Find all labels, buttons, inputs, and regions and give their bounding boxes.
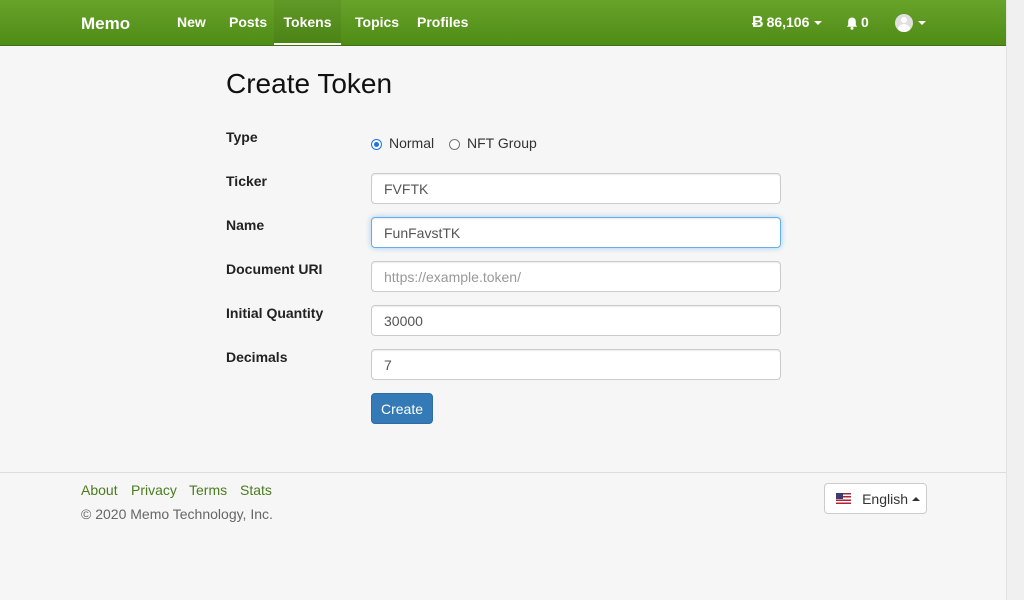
chevron-down-icon (814, 21, 823, 26)
document-uri-label: Document URI (226, 261, 323, 277)
bitcoin-cash-icon: Ƀ (752, 14, 764, 31)
type-nft-group-label: NFT Group (467, 135, 537, 151)
profile-dropdown[interactable] (895, 0, 926, 45)
brand-logo[interactable]: Memo (81, 14, 130, 34)
ticker-input[interactable] (371, 173, 781, 204)
type-normal-radio[interactable]: Normal (371, 135, 434, 151)
chevron-down-icon (918, 21, 926, 26)
nav-topics[interactable]: Topics (355, 0, 399, 45)
radio-checked-icon[interactable] (371, 138, 382, 150)
create-button[interactable]: Create (371, 393, 433, 424)
ticker-label: Ticker (226, 173, 267, 189)
type-radio-group: Normal NFT Group (371, 135, 548, 152)
notifications-count: 0 (861, 14, 869, 30)
name-input[interactable] (371, 217, 781, 248)
radio-unchecked-icon[interactable] (449, 138, 461, 150)
nav-new[interactable]: New (177, 0, 206, 45)
initial-quantity-label: Initial Quantity (226, 305, 324, 321)
document-uri-input[interactable] (371, 261, 781, 292)
page: Memo New Posts Tokens Topics Profiles Ƀ8… (0, 0, 1007, 600)
footer-divider (0, 472, 1007, 473)
balance-dropdown[interactable]: Ƀ 86,106 (752, 0, 823, 45)
vertical-scrollbar[interactable] (1006, 0, 1024, 600)
us-flag-icon (836, 493, 852, 504)
type-normal-label: Normal (389, 135, 435, 151)
chevron-up-icon (912, 496, 920, 501)
name-label: Name (226, 217, 265, 233)
balance-amount: 86,106 (766, 14, 810, 30)
type-label: Type (226, 129, 258, 145)
copyright: © 2020 Memo Technology, Inc. (81, 506, 273, 522)
language-selector[interactable]: English (824, 483, 927, 514)
footer-link-privacy[interactable]: Privacy (131, 482, 177, 498)
decimals-label: Decimals (226, 349, 288, 365)
footer-link-terms[interactable]: Terms (189, 482, 227, 498)
type-nft-group-radio[interactable]: NFT Group (449, 135, 537, 151)
language-label: English (862, 490, 908, 507)
avatar-icon (895, 14, 913, 33)
page-title: Create Token (226, 68, 393, 99)
footer-link-stats[interactable]: Stats (240, 482, 272, 498)
bell-icon (846, 17, 858, 30)
nav-posts[interactable]: Posts (229, 0, 267, 45)
nav-profiles[interactable]: Profiles (417, 0, 468, 45)
footer-link-about[interactable]: About (81, 482, 118, 498)
navbar: Memo New Posts Tokens Topics Profiles Ƀ8… (0, 0, 1007, 46)
initial-quantity-input[interactable] (371, 305, 781, 336)
notifications-button[interactable]: 0 (846, 0, 869, 45)
decimals-input[interactable] (371, 349, 781, 380)
nav-tokens[interactable]: Tokens (274, 0, 341, 45)
